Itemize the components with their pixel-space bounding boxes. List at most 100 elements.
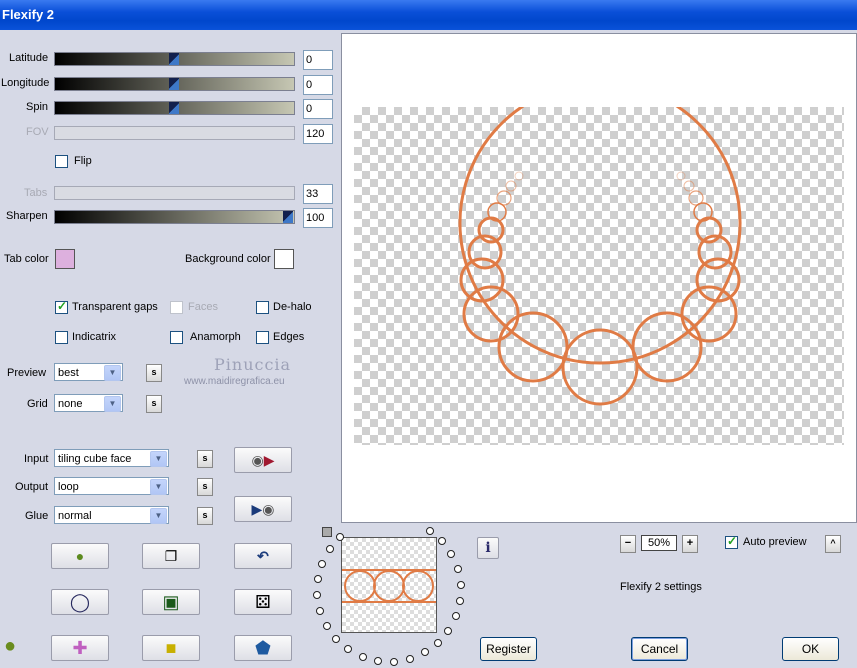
ring-icon: ◯ [69, 591, 91, 612]
settings-title: Flexify 2 settings [620, 581, 702, 593]
dial-dot [420, 648, 429, 657]
preview-s-button[interactable]: s [146, 364, 162, 382]
dial-dot [447, 550, 456, 559]
sharpen-slider[interactable] [54, 210, 295, 224]
tab-color-label: Tab color [4, 253, 49, 265]
dial-dot [344, 645, 353, 654]
dice-button[interactable]: ⚄ [234, 589, 292, 615]
de-halo-checkbox[interactable] [256, 301, 269, 314]
longitude-slider-thumb[interactable] [169, 78, 179, 90]
square-frame-icon: ▣ [162, 591, 180, 612]
watermark-url: www.maidiregrafica.eu [184, 376, 285, 387]
anamorph-checkbox[interactable] [170, 331, 183, 344]
longitude-input[interactable]: 0 [303, 75, 333, 95]
flip-checkbox[interactable] [55, 155, 68, 168]
output-select-value: loop [58, 481, 79, 493]
output-select[interactable]: loop ▼ [54, 477, 169, 495]
play-disc-icon: ▶◉ [251, 500, 275, 517]
glue-label: Glue [25, 510, 49, 522]
input-select[interactable]: tiling cube face ▼ [54, 449, 169, 467]
tabs-input[interactable]: 33 [303, 184, 333, 204]
latitude-input[interactable]: 0 [303, 50, 333, 70]
ring-handle[interactable] [322, 527, 332, 537]
fov-input: 120 [303, 124, 333, 144]
transparent-gaps-checkbox[interactable]: ✓ [55, 299, 68, 314]
chevron-down-icon: ▼ [104, 365, 121, 381]
sharpen-input[interactable]: 100 [303, 208, 333, 228]
dial-dot [317, 559, 326, 568]
grid-label: Grid [27, 398, 48, 410]
decorative-ring [514, 171, 524, 181]
save-output-button[interactable]: ▶◉ [234, 496, 292, 522]
dial-dot [425, 526, 434, 535]
dial-dot [325, 545, 334, 554]
edges-checkbox[interactable] [256, 331, 269, 344]
longitude-slider[interactable] [54, 77, 295, 91]
latitude-slider[interactable] [54, 52, 295, 66]
output-s-button[interactable]: s [197, 478, 213, 496]
output-label: Output [15, 481, 49, 493]
expand-button[interactable]: ^ [825, 535, 841, 553]
info-button[interactable]: i [477, 537, 499, 559]
background-color-swatch[interactable] [274, 249, 294, 269]
cross-button[interactable]: ✚ [51, 635, 109, 661]
randomize-button[interactable]: ● [51, 543, 109, 569]
app-logo-icon: ● [4, 635, 17, 657]
decorative-ring [561, 328, 639, 406]
flip-label: Flip [74, 155, 92, 167]
tabs-slider [54, 186, 295, 200]
decorative-ring [459, 257, 505, 303]
input-thumbnail[interactable] [341, 537, 437, 633]
dial-dot [456, 596, 465, 605]
glue-select-value: normal [58, 510, 92, 522]
indicatrix-checkbox[interactable] [55, 331, 68, 344]
grid-select-value: none [58, 398, 83, 410]
faces-label: Faces [188, 301, 218, 313]
dial-dot [358, 653, 367, 661]
spin-input[interactable]: 0 [303, 99, 333, 119]
auto-preview-checkbox[interactable]: ✓ [725, 534, 738, 549]
cancel-button[interactable]: Cancel [631, 637, 688, 661]
preview-select-value: best [58, 367, 79, 379]
fov-label: FOV [26, 126, 49, 138]
grid-s-button[interactable]: s [146, 395, 162, 413]
tabs-label: Tabs [24, 187, 48, 199]
window-title: Flexify 2 [2, 7, 55, 22]
spin-slider-thumb[interactable] [169, 102, 179, 114]
checkmark-icon: ✓ [727, 534, 738, 548]
ok-button[interactable]: OK [782, 637, 839, 661]
latitude-slider-thumb[interactable] [169, 53, 179, 65]
input-s-button[interactable]: s [197, 450, 213, 468]
decorative-ring [680, 285, 738, 343]
glue-s-button[interactable]: s [197, 507, 213, 525]
anamorph-label: Anamorph [190, 331, 241, 343]
input-label: Input [24, 453, 49, 465]
tab-color-swatch[interactable] [55, 249, 75, 269]
preview-image [354, 107, 844, 445]
copy-icon: ❐ [164, 547, 178, 564]
zoom-in-button[interactable]: + [682, 535, 698, 553]
glue-select[interactable]: normal ▼ [54, 506, 169, 524]
sharpen-slider-thumb[interactable] [283, 211, 293, 223]
zoom-out-button[interactable]: − [620, 535, 636, 553]
dial-dot [313, 575, 322, 584]
square-frame-button[interactable]: ▣ [142, 589, 200, 615]
dial-dot [374, 657, 383, 666]
edges-label: Edges [273, 331, 305, 343]
dice-icon: ⚄ [255, 591, 271, 612]
load-input-button[interactable]: ◉▶ [234, 447, 292, 473]
copy-button[interactable]: ❐ [142, 543, 200, 569]
spin-slider[interactable] [54, 101, 295, 115]
grid-select[interactable]: none ▼ [54, 394, 123, 412]
box-button[interactable]: ■ [142, 635, 200, 661]
ring-button[interactable]: ◯ [51, 589, 109, 615]
decorative-ring [505, 180, 517, 192]
pentagon-button[interactable]: ⬟ [234, 635, 292, 661]
decorative-ring [676, 171, 686, 181]
dial-dot [452, 612, 460, 621]
undo-button[interactable]: ↶ [234, 543, 292, 569]
register-button[interactable]: Register [480, 637, 537, 661]
preview-select[interactable]: best ▼ [54, 363, 123, 381]
decorative-ring [695, 257, 741, 303]
indicatrix-label: Indicatrix [72, 331, 117, 343]
